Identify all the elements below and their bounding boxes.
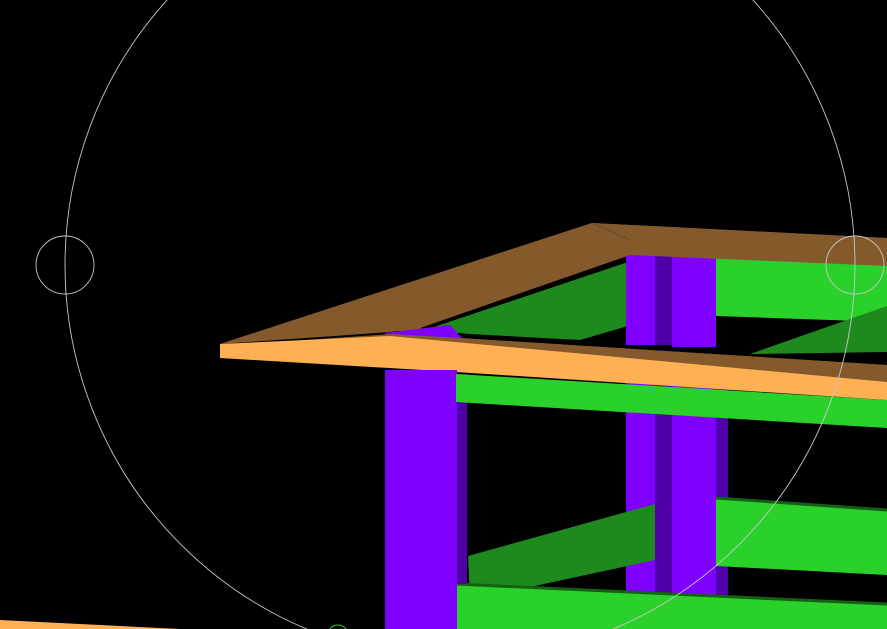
column-front-shade	[457, 374, 467, 584]
column-through-opening-mid	[655, 255, 672, 345]
3d-scene[interactable]	[0, 0, 887, 629]
column-front[interactable]	[385, 370, 457, 629]
3d-model-viewport[interactable]	[0, 0, 887, 629]
column-through-opening-right	[672, 252, 716, 347]
column-through-opening-left	[626, 255, 656, 345]
